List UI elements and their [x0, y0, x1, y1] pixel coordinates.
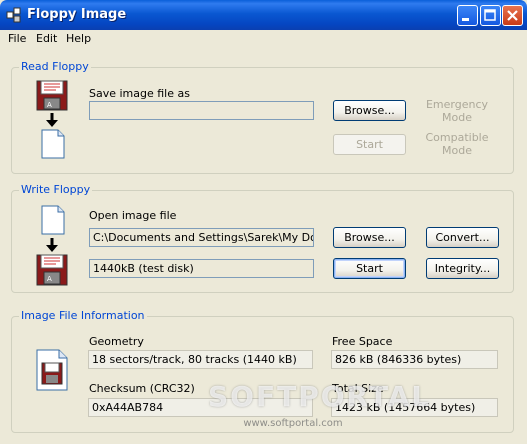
floppy-image-window: Floppy Image File Edit Help Read Floppy …	[0, 0, 527, 444]
window-title: Floppy Image	[27, 7, 127, 22]
save-image-label: Save image file as	[89, 87, 190, 100]
open-image-field[interactable]: C:\Documents and Settings\Sarek\My Docum…	[89, 228, 314, 247]
image-file-icon	[36, 349, 68, 391]
compatible-mode-option[interactable]: Compatible Mode	[421, 131, 493, 157]
minimize-icon	[462, 18, 469, 21]
softportal-watermark-url: www.softportal.com	[243, 418, 343, 429]
app-icon	[6, 7, 21, 23]
svg-text:A: A	[47, 101, 52, 109]
convert-button[interactable]: Convert...	[426, 227, 499, 248]
menu-file[interactable]: File	[8, 32, 26, 45]
read-floppy-diagram-icon: A	[36, 80, 68, 159]
menu-edit[interactable]: Edit	[36, 32, 57, 45]
softportal-watermark: SOFTPORTAL	[208, 380, 432, 413]
open-image-label: Open image file	[89, 209, 177, 222]
emergency-mode-option[interactable]: Emergency Mode	[421, 98, 493, 124]
write-floppy-diagram-icon: A	[36, 205, 68, 286]
title-bar[interactable]: Floppy Image	[0, 0, 527, 30]
menu-help[interactable]: Help	[66, 32, 91, 45]
free-space-label: Free Space	[332, 335, 393, 348]
checksum-label: Checksum (CRC32)	[89, 382, 195, 395]
svg-text:A: A	[47, 275, 52, 283]
geometry-label: Geometry	[89, 335, 144, 348]
read-floppy-title: Read Floppy	[19, 60, 91, 73]
close-button[interactable]	[502, 5, 523, 26]
image-info-title: Image File Information	[19, 309, 147, 322]
minimize-button[interactable]	[457, 5, 478, 26]
disk-select-field[interactable]: 1440kB (test disk)	[89, 259, 314, 278]
geometry-value: 18 sectors/track, 80 tracks (1440 kB)	[88, 350, 313, 369]
write-start-button[interactable]: Start	[333, 258, 406, 279]
write-floppy-title: Write Floppy	[19, 183, 93, 196]
close-icon	[507, 10, 518, 21]
write-browse-button[interactable]: Browse...	[333, 227, 406, 248]
free-space-value: 826 kB (846336 bytes)	[331, 350, 498, 369]
read-browse-button[interactable]: Browse...	[333, 100, 406, 121]
maximize-button[interactable]	[480, 5, 501, 26]
integrity-button[interactable]: Integrity...	[426, 258, 499, 279]
read-start-button[interactable]: Start	[333, 134, 406, 155]
maximize-icon	[484, 9, 496, 21]
save-image-field[interactable]	[89, 101, 314, 120]
menu-bar: File Edit Help	[0, 30, 527, 49]
